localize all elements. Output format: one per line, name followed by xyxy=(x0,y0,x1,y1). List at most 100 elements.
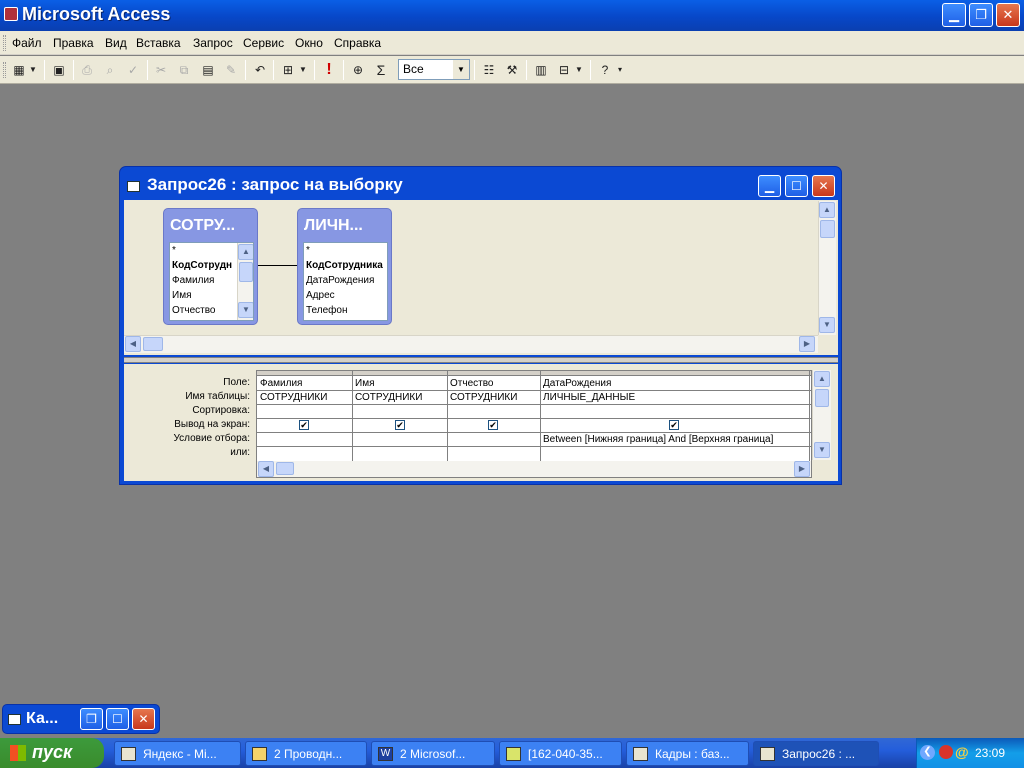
scroll-right-icon[interactable]: ▶ xyxy=(799,336,815,352)
scroll-left-icon[interactable]: ◀ xyxy=(125,336,141,352)
antivirus-icon[interactable] xyxy=(939,745,953,759)
show-table-icon[interactable]: ⊕ xyxy=(349,61,367,79)
field-list-item[interactable]: ДатаРождения xyxy=(306,275,374,286)
table-personal-data[interactable]: ЛИЧН... * КодСотрудника ДатаРождения Адр… xyxy=(297,208,392,325)
taskbar-button-database[interactable]: Кадры : баз... xyxy=(626,741,749,766)
grid-hscrollbar[interactable]: ◀ ▶ xyxy=(257,461,811,477)
column-selector-row[interactable] xyxy=(257,371,811,376)
scroll-thumb[interactable] xyxy=(143,337,163,351)
grid-vscrollbar[interactable]: ▲ ▼ xyxy=(812,370,831,460)
field-list-item[interactable]: Адрес xyxy=(306,290,335,301)
query-type-dropdown-icon[interactable]: ▼ xyxy=(298,61,308,79)
print-preview-icon[interactable]: ⌕ xyxy=(101,61,119,79)
format-painter-icon[interactable]: ✎ xyxy=(222,61,240,79)
undo-icon[interactable]: ↶ xyxy=(251,61,269,79)
start-button[interactable]: пуск xyxy=(0,738,104,768)
help-icon[interactable]: ? xyxy=(596,61,614,79)
field-list-item[interactable]: * xyxy=(306,245,310,256)
field-list-scrollbar[interactable]: ▲ ▼ xyxy=(237,243,253,320)
scroll-thumb[interactable] xyxy=(276,462,294,475)
query-type-icon[interactable]: ⊞ xyxy=(279,61,297,79)
show-checkbox[interactable]: ✔ xyxy=(395,420,405,430)
grid-table-cell[interactable]: СОТРУДНИКИ xyxy=(450,392,517,403)
build-icon[interactable]: ⚒ xyxy=(503,61,521,79)
query-minimize-button[interactable]: ▁ xyxy=(758,175,781,197)
field-list-item[interactable]: Отчество xyxy=(172,305,215,316)
restore-button[interactable]: ❐ xyxy=(969,3,993,27)
toolbar-options-icon[interactable]: ▾ xyxy=(615,61,625,79)
close-button[interactable]: ✕ xyxy=(996,3,1020,27)
show-checkbox[interactable]: ✔ xyxy=(488,420,498,430)
grid-criteria-cell[interactable]: Between [Нижняя граница] And [Верхняя гр… xyxy=(543,434,809,445)
scroll-thumb[interactable] xyxy=(239,262,253,282)
chevron-down-icon[interactable]: ▼ xyxy=(453,60,469,79)
new-object-icon[interactable]: ⊟ xyxy=(555,61,573,79)
taskbar-button-word[interactable]: W 2 Microsof... xyxy=(371,741,495,766)
pane-splitter[interactable] xyxy=(124,357,838,363)
menu-file[interactable]: Файл xyxy=(12,36,42,50)
query-window-titlebar[interactable]: Запрос26 : запрос на выборку ▁ ☐ ✕ xyxy=(123,171,837,199)
minimized-restore-button[interactable]: ❐ xyxy=(80,708,103,730)
design-grid[interactable]: Фамилия Имя Отчество ДатаРождения СОТРУД… xyxy=(256,370,812,478)
table-employees[interactable]: СОТРУ... * КодСотрудн Фамилия Имя Отчест… xyxy=(163,208,258,325)
menu-query[interactable]: Запрос xyxy=(193,36,233,50)
view-dropdown-icon[interactable]: ▼ xyxy=(28,61,38,79)
minimized-window[interactable]: Ка... ❐ ☐ ✕ xyxy=(2,704,160,734)
minimized-maximize-button[interactable]: ☐ xyxy=(106,708,129,730)
field-list-item[interactable]: КодСотрудника xyxy=(306,260,383,271)
taskbar-button-explorer[interactable]: 2 Проводн... xyxy=(245,741,367,766)
field-list-item[interactable]: Имя xyxy=(172,290,191,301)
field-list-item[interactable]: КодСотрудн xyxy=(172,260,232,271)
table-employees-field-list[interactable]: * КодСотрудн Фамилия Имя Отчество ▲ ▼ xyxy=(169,242,254,321)
table-personal-data-field-list[interactable]: * КодСотрудника ДатаРождения Адрес Телеф… xyxy=(303,242,388,321)
spelling-icon[interactable]: ✓ xyxy=(124,61,142,79)
scroll-left-icon[interactable]: ◀ xyxy=(258,461,274,477)
taskbar-button-document[interactable]: [162-040-35... xyxy=(499,741,622,766)
menu-tools[interactable]: Сервис xyxy=(243,36,284,50)
new-object-dropdown-icon[interactable]: ▼ xyxy=(574,61,584,79)
scroll-thumb[interactable] xyxy=(820,220,835,238)
print-icon[interactable]: ⎙ xyxy=(78,61,96,79)
scroll-down-icon[interactable]: ▼ xyxy=(819,317,835,333)
taskbar-button-browser[interactable]: Яндекс - Mi... xyxy=(114,741,241,766)
grid-field-cell[interactable]: Отчество xyxy=(450,378,493,389)
field-list-item[interactable]: * xyxy=(172,245,176,256)
query-close-button[interactable]: ✕ xyxy=(812,175,835,197)
grid-field-cell[interactable]: Фамилия xyxy=(260,378,302,389)
totals-icon[interactable]: Σ xyxy=(372,61,390,79)
properties-icon[interactable]: ☷ xyxy=(480,61,498,79)
database-window-icon[interactable]: ▥ xyxy=(532,61,550,79)
toolbar-grip[interactable] xyxy=(3,62,6,78)
cut-icon[interactable]: ✂ xyxy=(152,61,170,79)
scroll-up-icon[interactable]: ▲ xyxy=(819,202,835,218)
grid-field-cell[interactable]: Имя xyxy=(355,378,374,389)
scroll-up-icon[interactable]: ▲ xyxy=(814,371,830,387)
copy-icon[interactable]: ⧉ xyxy=(175,61,193,79)
scroll-thumb[interactable] xyxy=(815,389,829,407)
menu-window[interactable]: Окно xyxy=(295,36,323,50)
table-pane[interactable]: СОТРУ... * КодСотрудн Фамилия Имя Отчест… xyxy=(124,200,838,355)
scroll-right-icon[interactable]: ▶ xyxy=(794,461,810,477)
app-titlebar[interactable]: Microsoft Access ▁ ❐ ✕ xyxy=(0,0,1024,31)
minimized-close-button[interactable]: ✕ xyxy=(132,708,155,730)
menu-edit[interactable]: Правка xyxy=(53,36,94,50)
table-pane-vscrollbar[interactable]: ▲ ▼ xyxy=(818,201,836,335)
scroll-down-icon[interactable]: ▼ xyxy=(814,442,830,458)
show-checkbox[interactable]: ✔ xyxy=(299,420,309,430)
menu-insert[interactable]: Вставка xyxy=(136,36,181,50)
grid-table-cell[interactable]: ЛИЧНЫЕ_ДАННЫЕ xyxy=(543,392,635,403)
save-icon[interactable]: ▣ xyxy=(50,61,68,79)
grid-field-cell[interactable]: ДатаРождения xyxy=(543,378,611,389)
menu-help[interactable]: Справка xyxy=(334,36,381,50)
table-pane-hscrollbar[interactable]: ◀ ▶ xyxy=(124,335,818,353)
top-values-combo[interactable]: Все ▼ xyxy=(398,59,470,80)
run-icon[interactable]: ! xyxy=(320,61,338,79)
field-list-item[interactable]: Телефон xyxy=(306,305,347,316)
menu-view[interactable]: Вид xyxy=(105,36,127,50)
field-list-item[interactable]: Фамилия xyxy=(172,275,214,286)
scroll-up-icon[interactable]: ▲ xyxy=(238,244,253,260)
taskbar-button-query[interactable]: Запрос26 : ... xyxy=(753,741,879,766)
grid-table-cell[interactable]: СОТРУДНИКИ xyxy=(355,392,422,403)
tray-expand-icon[interactable]: ❮ xyxy=(920,745,935,760)
view-icon[interactable]: ▦ xyxy=(10,61,28,79)
